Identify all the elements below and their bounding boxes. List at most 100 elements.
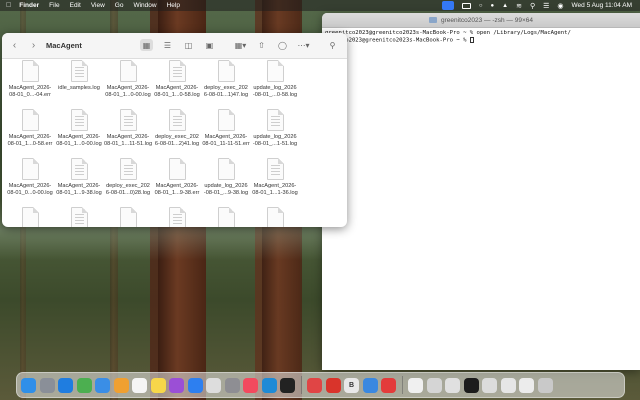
siri-icon[interactable]: ◉	[557, 2, 563, 10]
document-icon	[119, 60, 137, 82]
finder-icon[interactable]	[21, 377, 36, 393]
menu-window[interactable]: Window	[133, 2, 156, 9]
system-settings-icon[interactable]	[224, 377, 240, 393]
window-thumb-3-icon[interactable]	[463, 377, 479, 393]
podcasts-icon[interactable]	[169, 377, 184, 393]
file-item[interactable]	[153, 207, 201, 227]
file-item[interactable]: MacAgent_2026- 08-01_11-11-51.err	[202, 109, 250, 148]
terminal-cursor	[469, 37, 474, 43]
file-item[interactable]	[6, 207, 54, 227]
file-item[interactable]	[55, 207, 103, 227]
vscode-icon[interactable]	[261, 377, 277, 393]
file-item[interactable]: MacAgent_2026- 08-01_1...11-51.log	[104, 109, 152, 148]
window-thumb-5-icon[interactable]	[500, 377, 516, 393]
file-name: MacAgent_2026- 08-01_1...9-38.err	[153, 183, 201, 197]
list-view-icon[interactable]: ☰	[161, 39, 174, 51]
terminal-output[interactable]: greenitco2023@greenitco2023s-MacBook-Pro…	[322, 28, 640, 47]
photos-icon[interactable]	[113, 377, 129, 393]
maps-icon[interactable]	[76, 377, 92, 393]
screen-record-icon[interactable]	[441, 1, 454, 10]
safari-icon[interactable]	[58, 377, 73, 393]
mail-icon[interactable]	[95, 377, 110, 393]
file-item[interactable]: MacAgent_2026- 08-01_1...1-36.log	[251, 158, 299, 197]
column-view-icon[interactable]: ◫	[182, 39, 195, 51]
file-item[interactable]: MacAgent_2026- 08-01_1...0-58.log	[153, 60, 201, 99]
forward-button[interactable]: ›	[27, 40, 40, 51]
window-thumb-4-icon[interactable]	[482, 377, 497, 393]
file-name-line: MacAgent_2026-	[155, 183, 199, 189]
menu-go[interactable]: Go	[115, 2, 124, 9]
document-icon	[119, 207, 137, 227]
window-thumb-2-icon[interactable]	[445, 377, 460, 393]
calendar-icon[interactable]	[132, 377, 147, 393]
file-item[interactable]	[104, 207, 152, 227]
menu-edit[interactable]: Edit	[70, 2, 81, 9]
trash-icon[interactable]	[537, 377, 553, 393]
file-item[interactable]: MacAgent_2026- 08-01_0...0-00.log	[6, 158, 54, 197]
appstore-icon[interactable]	[187, 377, 203, 393]
file-name-line: 08-01_1...0-00.log	[56, 141, 102, 147]
menubar-datetime[interactable]: Wed 5 Aug 11:04 AM	[572, 2, 632, 9]
bbedit-icon[interactable]: B	[344, 377, 359, 393]
finder-window[interactable]: ‹ › MacAgent ▦ ☰ ◫ ▣ ▦▾ ⇧ ◯ ⋯▾ ⚲ MacAgen…	[2, 33, 347, 227]
file-name: update_log_2026 -08-01_...1-51.log	[251, 134, 299, 148]
file-item[interactable]	[202, 207, 250, 227]
share-icon[interactable]: ⇧	[255, 39, 268, 51]
menu-view[interactable]: View	[91, 2, 105, 9]
file-item[interactable]: MacAgent_2026- 08-01_1...0-00.log	[104, 60, 152, 99]
file-item[interactable]: MacAgent_2026- 08-01_1...0-00.log	[55, 109, 103, 148]
menu-app-name[interactable]: Finder	[19, 2, 39, 9]
file-name-line: -08-01_...0-58.log	[252, 92, 298, 98]
back-button[interactable]: ‹	[8, 40, 21, 51]
tag-icon[interactable]: ◯	[276, 39, 289, 51]
search-icon[interactable]: ⚲	[326, 39, 339, 51]
file-name-line: MacAgent_2026-	[106, 134, 150, 140]
design-app-icon[interactable]	[325, 377, 341, 393]
file-item[interactable]: update_log_2026 -08-01_...1-51.log	[251, 109, 299, 148]
file-item[interactable]: MacAgent_2026- 08-01_1...0-58.err	[6, 109, 54, 148]
file-name-line: deploy_exec_202	[106, 183, 150, 189]
window-thumb-1-icon[interactable]	[426, 377, 442, 393]
document-icon	[119, 109, 137, 131]
icon-view-grid-icon[interactable]: ▦	[140, 39, 153, 51]
document-icon	[21, 158, 39, 180]
document-icon	[266, 158, 284, 180]
file-item[interactable]: MacAgent_2026- 08-01_0...-04.err	[6, 60, 54, 99]
preview-icon[interactable]	[408, 377, 423, 393]
apple-menu-icon[interactable]: 	[6, 2, 11, 9]
cursor-app-icon[interactable]	[307, 377, 322, 393]
status-icon[interactable]: ●	[491, 3, 495, 9]
speedtest-icon[interactable]	[381, 377, 396, 393]
file-item[interactable]	[251, 207, 299, 227]
file-item[interactable]: MacAgent_2026- 08-01_1...9-38.err	[153, 158, 201, 197]
pencil-app-icon[interactable]	[206, 377, 221, 393]
window-thumb-6-icon[interactable]	[519, 377, 534, 393]
wifi-icon[interactable]: ≋	[516, 2, 522, 10]
file-item[interactable]: deploy_exec_202 6-08-01...2)41.log	[153, 109, 201, 148]
file-item[interactable]: deploy_exec_202 6-08-01...0)28.log	[104, 158, 152, 197]
status-icon[interactable]: ○	[479, 3, 483, 9]
gallery-view-icon[interactable]: ▣	[203, 39, 216, 51]
chrome-icon[interactable]	[362, 377, 378, 393]
terminal-icon[interactable]	[280, 377, 295, 393]
file-name-line: 08-01_0...-04.err	[9, 92, 51, 98]
terminal-window[interactable]: greenitco2023 — -zsh — 99×64 greenitco20…	[322, 13, 640, 370]
notes-icon[interactable]	[150, 377, 166, 393]
file-item[interactable]: update_log_2026 -08-01_...9-38.log	[202, 158, 250, 197]
status-icon[interactable]: ▲	[502, 3, 508, 9]
music-icon[interactable]	[243, 377, 258, 393]
file-item[interactable]: idle_samples.log	[55, 60, 103, 92]
menu-help[interactable]: Help	[167, 2, 180, 9]
menu-file[interactable]: File	[49, 2, 59, 9]
terminal-titlebar[interactable]: greenitco2023 — -zsh — 99×64	[322, 13, 640, 28]
search-icon[interactable]: ⚲	[530, 2, 535, 10]
file-item[interactable]: MacAgent_2026- 08-01_1...9-38.log	[55, 158, 103, 197]
display-icon[interactable]	[461, 2, 471, 9]
file-item[interactable]: update_log_2026 -08-01_...0-58.log	[251, 60, 299, 99]
group-icon[interactable]: ▦▾	[234, 39, 247, 51]
control-center-icon[interactable]: ☰	[543, 2, 549, 10]
launchpad-icon[interactable]	[39, 377, 55, 393]
file-item[interactable]: deploy_exec_202 6-08-01...1)47.log	[202, 60, 250, 99]
more-icon[interactable]: ⋯▾	[297, 39, 310, 51]
document-icon	[266, 109, 284, 131]
